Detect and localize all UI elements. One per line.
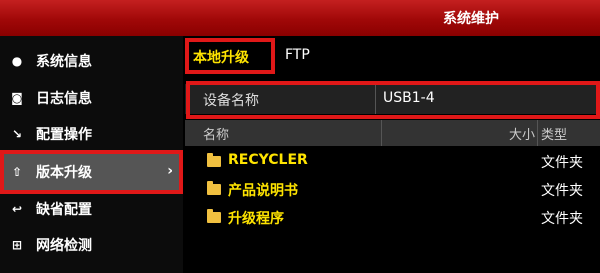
- sidebar-item-config-ops[interactable]: ↘ 配置操作: [0, 116, 183, 152]
- file-list: RECYCLER 文件夹 产品说明书 文件夹 升级程序 文件夹: [185, 148, 600, 232]
- sidebar-item-network-test[interactable]: ⊞ 网络检测: [0, 227, 183, 263]
- config-icon: ↘: [11, 127, 23, 141]
- sidebar-item-system-info[interactable]: ● 系统信息: [0, 43, 183, 79]
- column-header-type[interactable]: 类型: [541, 124, 567, 143]
- sidebar-item-default-config[interactable]: ↩ 缺省配置: [0, 191, 183, 227]
- network-icon: ⊞: [11, 238, 23, 252]
- file-name: 产品说明书: [228, 183, 298, 199]
- folder-icon: [207, 153, 221, 167]
- sidebar-item-log-info[interactable]: ◙ 日志信息: [0, 80, 183, 116]
- table-row[interactable]: 升级程序 文件夹: [185, 204, 600, 232]
- title-bar: 系统维护: [0, 0, 600, 36]
- info-icon: ●: [11, 54, 23, 68]
- default-icon: ↩: [11, 202, 23, 216]
- divider: [381, 120, 382, 146]
- sidebar-item-label: 缺省配置: [36, 202, 92, 218]
- highlight-frame-local-tab: [185, 38, 275, 74]
- window-title: 系统维护: [443, 11, 499, 27]
- table-header: 名称 大小 类型: [185, 120, 600, 146]
- table-row[interactable]: 产品说明书 文件夹: [185, 176, 600, 204]
- highlight-frame-device: [186, 81, 600, 119]
- sidebar-item-label: 网络检测: [36, 238, 92, 254]
- highlight-frame-upgrade: [0, 150, 183, 194]
- file-type: 文件夹: [541, 183, 583, 199]
- table-row[interactable]: RECYCLER 文件夹: [185, 148, 600, 176]
- log-icon: ◙: [11, 91, 23, 105]
- tab-ftp[interactable]: FTP: [285, 47, 310, 63]
- column-header-size[interactable]: 大小: [509, 124, 535, 143]
- divider: [537, 120, 538, 146]
- sidebar-item-label: 系统信息: [36, 54, 92, 70]
- sidebar-item-label: 日志信息: [36, 91, 92, 107]
- column-header-name[interactable]: 名称: [203, 124, 229, 143]
- file-type: 文件夹: [541, 155, 583, 171]
- folder-icon: [207, 209, 221, 223]
- file-name: 升级程序: [228, 211, 284, 227]
- folder-icon: [207, 181, 221, 195]
- sidebar-item-label: 配置操作: [36, 127, 92, 143]
- file-name: RECYCLER: [228, 152, 308, 168]
- file-type: 文件夹: [541, 211, 583, 227]
